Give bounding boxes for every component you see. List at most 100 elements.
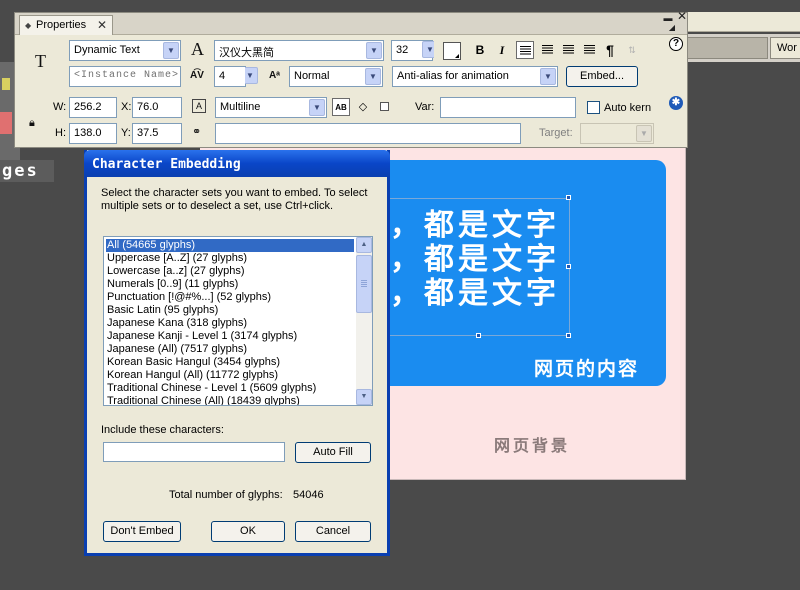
bold-button[interactable]: B bbox=[471, 41, 489, 59]
align-left-icon bbox=[519, 46, 531, 55]
x-field[interactable]: 76.0 bbox=[132, 97, 182, 118]
content-caption: 网页的内容 bbox=[533, 358, 639, 380]
tab-properties[interactable]: ◆ Properties ✕ bbox=[19, 15, 113, 35]
link-icon: ⚭ bbox=[192, 126, 202, 138]
scroll-down-icon[interactable]: ▼ bbox=[356, 389, 372, 405]
square-icon bbox=[379, 102, 389, 111]
var-input[interactable] bbox=[440, 97, 576, 118]
list-item[interactable]: Japanese Kana (318 glyphs) bbox=[106, 317, 247, 330]
anti-alias-value: Anti-alias for animation bbox=[397, 70, 509, 82]
background-caption: 网页背景 bbox=[494, 436, 571, 455]
chevron-down-icon: ▼ bbox=[245, 67, 258, 84]
text-selection-box[interactable] bbox=[386, 198, 570, 336]
paragraph-button[interactable]: ¶ bbox=[601, 41, 619, 59]
dont-embed-button[interactable]: Don't Embed bbox=[103, 521, 181, 542]
selection-handle[interactable] bbox=[566, 333, 571, 338]
list-item[interactable]: Basic Latin (95 glyphs) bbox=[106, 304, 218, 317]
anti-alias-select[interactable]: Anti-alias for animation ▼ bbox=[392, 66, 558, 87]
selection-handle[interactable] bbox=[476, 333, 481, 338]
auto-fill-button[interactable]: Auto Fill bbox=[295, 442, 371, 463]
baseline-value: Normal bbox=[294, 70, 330, 82]
list-item[interactable]: Traditional Chinese (All) (18439 glyphs) bbox=[106, 395, 300, 405]
list-item[interactable]: Japanese Kanji - Level 1 (3174 glyphs) bbox=[106, 330, 297, 343]
collapse-icon[interactable]: ◢ bbox=[665, 23, 679, 33]
help-icon[interactable]: ? bbox=[669, 37, 683, 51]
background-layer-marker-red bbox=[0, 112, 12, 134]
selectable-text-icon[interactable]: A bbox=[192, 99, 206, 113]
list-item[interactable]: Japanese (All) (7517 glyphs) bbox=[106, 343, 247, 356]
total-glyphs-value: 54046 bbox=[293, 489, 324, 501]
pages-label: ges bbox=[0, 160, 54, 182]
font-size-dropdown[interactable]: ▼ bbox=[420, 40, 434, 61]
dialog-title: Character Embedding bbox=[84, 150, 390, 177]
font-family-select[interactable]: 汉仪大黑简 ▼ bbox=[214, 40, 384, 61]
list-item[interactable]: Lowercase [a..z] (27 glyphs) bbox=[106, 265, 245, 278]
instance-name-input[interactable]: <Instance Name> bbox=[69, 66, 181, 87]
chevron-down-icon: ▼ bbox=[636, 125, 652, 142]
target-label: Target: bbox=[539, 127, 573, 139]
width-label: W: bbox=[53, 101, 67, 113]
close-icon[interactable]: ✕ bbox=[97, 18, 107, 32]
baseline-select[interactable]: Normal ▼ bbox=[289, 66, 383, 87]
text-color-swatch[interactable] bbox=[443, 42, 461, 60]
selection-handle[interactable] bbox=[566, 195, 571, 200]
text-type-value: Dynamic Text bbox=[74, 44, 140, 56]
scroll-thumb[interactable] bbox=[356, 255, 372, 313]
letter-spacing-dropdown[interactable]: ▼ bbox=[245, 66, 259, 87]
close-window-icon[interactable]: ✕ bbox=[675, 10, 689, 22]
properties-panel: ◆ Properties ✕ ▬ ✕ ◢ T Dynamic Text ▼ A … bbox=[14, 10, 689, 148]
list-item[interactable]: Traditional Chinese - Level 1 (5609 glyp… bbox=[106, 382, 316, 395]
line-type-select[interactable]: Multiline ▼ bbox=[215, 97, 327, 118]
line-type-value: Multiline bbox=[220, 101, 261, 113]
background-word-tab[interactable]: Wor bbox=[770, 37, 800, 59]
y-field[interactable]: 37.5 bbox=[132, 123, 182, 144]
list-item[interactable]: Korean Basic Hangul (3454 glyphs) bbox=[106, 356, 280, 369]
align-right-button[interactable] bbox=[559, 41, 577, 59]
chevron-down-icon: ▼ bbox=[540, 68, 556, 85]
border-toggle-button[interactable] bbox=[375, 98, 393, 116]
y-label: Y: bbox=[121, 127, 131, 139]
align-center-button[interactable] bbox=[538, 41, 556, 59]
chevron-down-icon: ▼ bbox=[365, 68, 381, 85]
list-item[interactable]: Punctuation [!@#%...] (52 glyphs) bbox=[106, 291, 271, 304]
include-characters-input[interactable] bbox=[103, 442, 285, 462]
align-right-icon bbox=[562, 45, 574, 54]
italic-button[interactable]: I bbox=[493, 41, 511, 59]
font-icon: A bbox=[191, 39, 204, 59]
auto-kern-checkbox[interactable] bbox=[587, 101, 600, 114]
url-input[interactable] bbox=[215, 123, 521, 144]
cancel-button[interactable]: Cancel bbox=[295, 521, 371, 542]
chevron-down-icon: ▼ bbox=[422, 41, 434, 58]
text-direction-icon: ⇅ bbox=[628, 45, 636, 55]
background-menu-strip bbox=[686, 12, 800, 32]
ok-button[interactable]: OK bbox=[211, 521, 285, 542]
include-characters-label: Include these characters: bbox=[101, 424, 224, 436]
letter-spacing-icon: A͡V bbox=[190, 70, 204, 81]
properties-tabbar: ◆ Properties ✕ bbox=[15, 13, 687, 35]
text-type-select[interactable]: Dynamic Text ▼ bbox=[69, 40, 181, 61]
list-item[interactable]: All (54665 glyphs) bbox=[105, 238, 355, 253]
background-layer-marker bbox=[2, 78, 10, 90]
character-embedding-dialog: Character Embedding Select the character… bbox=[84, 150, 390, 556]
embed-button[interactable]: Embed... bbox=[566, 66, 638, 87]
scroll-up-icon[interactable]: ▲ bbox=[356, 237, 372, 253]
justify-button[interactable] bbox=[580, 41, 598, 59]
render-html-button[interactable]: AB bbox=[332, 98, 350, 116]
list-scrollbar[interactable]: ▲ ▼ bbox=[356, 237, 372, 405]
width-field[interactable]: 256.2 bbox=[69, 97, 117, 118]
minimize-icon[interactable]: ▬ bbox=[661, 13, 675, 23]
height-field[interactable]: 138.0 bbox=[69, 123, 117, 144]
accessibility-icon[interactable]: ✱ bbox=[669, 96, 683, 110]
letter-spacing-field[interactable]: 4 bbox=[214, 66, 246, 87]
list-item[interactable]: Numerals [0..9] (11 glyphs) bbox=[106, 278, 238, 291]
character-set-list[interactable]: All (54665 glyphs) Uppercase [A..Z] (27 g… bbox=[103, 236, 373, 406]
lock-icon[interactable]: 🔒︎ bbox=[29, 115, 35, 131]
baseline-shift-icon: Aᵃ bbox=[269, 70, 280, 81]
list-item[interactable]: Uppercase [A..Z] (27 glyphs) bbox=[106, 252, 247, 265]
auto-kern-label: Auto kern bbox=[604, 102, 652, 114]
total-glyphs-label: Total number of glyphs: bbox=[169, 489, 283, 501]
list-item[interactable]: Korean Hangul (All) (11772 glyphs) bbox=[106, 369, 278, 382]
show-border-icon[interactable]: ◇ bbox=[354, 98, 372, 116]
align-left-button[interactable] bbox=[516, 41, 534, 59]
selection-handle[interactable] bbox=[566, 264, 571, 269]
